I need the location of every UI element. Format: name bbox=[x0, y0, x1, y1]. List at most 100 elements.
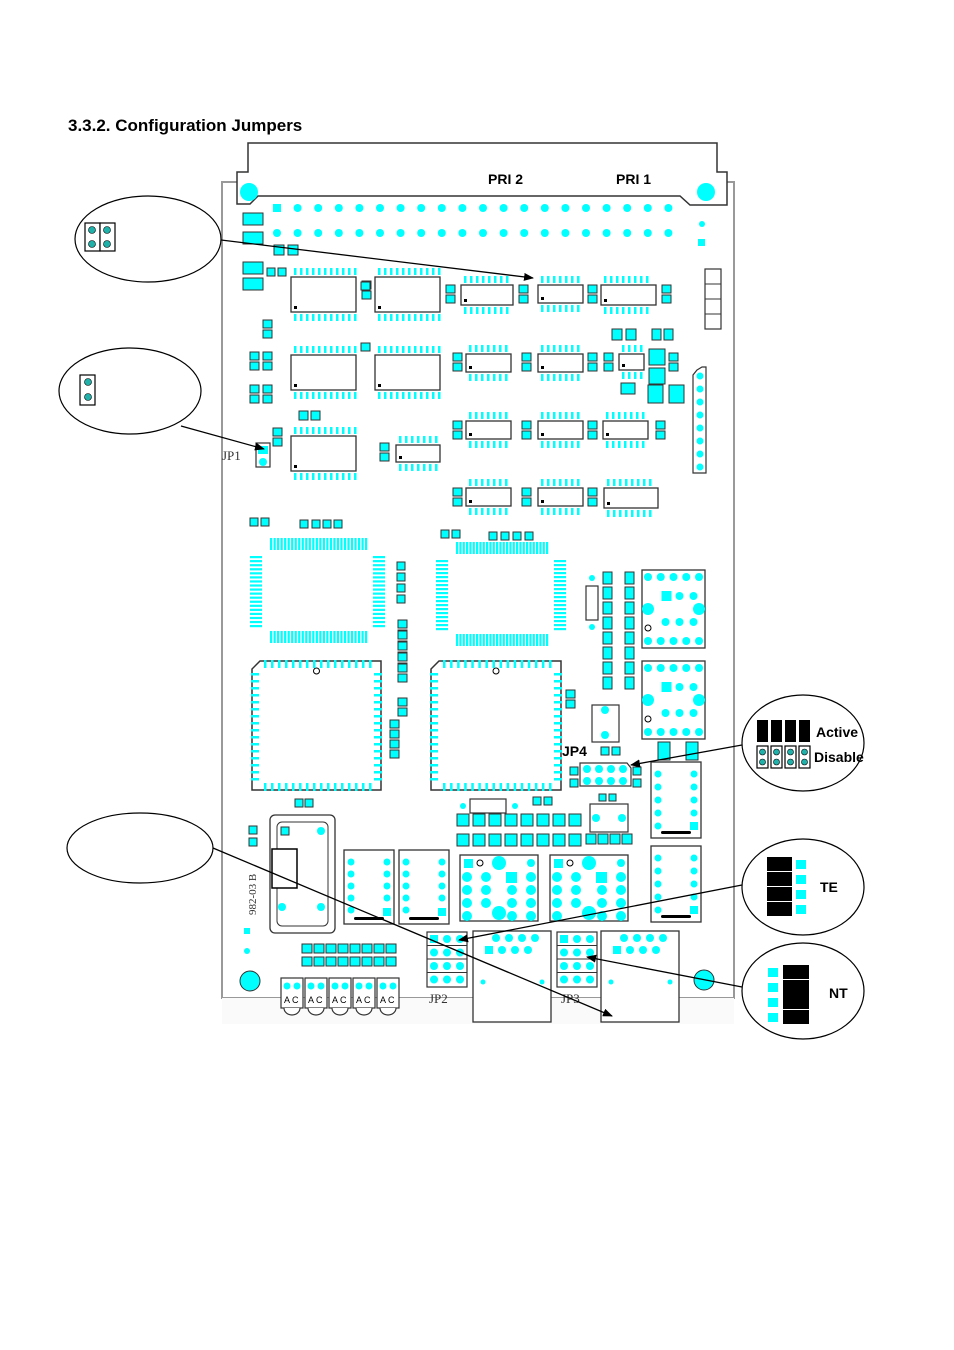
connector-pin bbox=[664, 229, 673, 237]
jp4-pin bbox=[583, 765, 591, 773]
smd-pad bbox=[648, 348, 666, 366]
ic-pin bbox=[649, 479, 652, 486]
ic-pin bbox=[646, 276, 649, 283]
module-pin bbox=[689, 709, 698, 717]
ic-pin bbox=[306, 268, 309, 275]
ic-pin bbox=[336, 427, 339, 434]
plcc-pin bbox=[374, 736, 382, 739]
ic-pin bbox=[312, 314, 315, 321]
ic-pin bbox=[411, 464, 414, 471]
ic-pin bbox=[475, 374, 478, 381]
smd-pad bbox=[242, 212, 264, 226]
ic-pin bbox=[610, 276, 613, 283]
ic-pin bbox=[330, 314, 333, 321]
qfp-pin bbox=[365, 631, 368, 643]
ic-pin bbox=[306, 427, 309, 434]
ic-pin bbox=[432, 392, 435, 399]
ic-pin bbox=[481, 345, 484, 352]
module-pin bbox=[689, 683, 698, 691]
plcc-pin bbox=[306, 783, 309, 791]
smd-pad bbox=[272, 427, 283, 437]
ic-pin bbox=[547, 412, 550, 419]
cap-pin bbox=[690, 783, 698, 791]
resistor-pad bbox=[512, 803, 518, 809]
ic-chip bbox=[465, 353, 512, 373]
ic-chip bbox=[537, 353, 584, 373]
smd-pad bbox=[624, 601, 635, 615]
qfp-pin bbox=[522, 542, 525, 554]
jumper-pin bbox=[759, 748, 766, 756]
smd-pad bbox=[521, 352, 532, 362]
rj-connector bbox=[600, 930, 680, 1023]
plcc-pin bbox=[327, 660, 330, 668]
led-pin-label: A C bbox=[356, 995, 371, 1005]
plcc-pin bbox=[430, 708, 438, 711]
relay-pin bbox=[438, 870, 446, 878]
plcc-pin bbox=[430, 687, 438, 690]
qfp-pin bbox=[554, 568, 566, 571]
qfp-pin bbox=[496, 634, 499, 646]
transformer-pin bbox=[507, 898, 517, 908]
ic-pin bbox=[300, 346, 303, 353]
connector-pin bbox=[520, 229, 529, 237]
plcc-pin bbox=[320, 660, 323, 668]
connector-pin bbox=[334, 204, 343, 212]
smd-pad bbox=[310, 410, 321, 421]
qfp-pin bbox=[250, 588, 262, 591]
qfp-pin bbox=[329, 631, 333, 643]
transformer-pin bbox=[552, 911, 562, 921]
qfp-pin bbox=[315, 538, 318, 550]
ic-pin bbox=[378, 392, 381, 399]
ic-pin bbox=[624, 441, 627, 448]
ic-pin bbox=[604, 276, 607, 283]
ic-pin bbox=[631, 510, 634, 517]
sip-pin bbox=[696, 463, 704, 471]
ic-pin bbox=[414, 392, 417, 399]
ic-pin bbox=[475, 508, 478, 515]
qfp-pin bbox=[357, 538, 361, 550]
jumper-pin bbox=[573, 975, 581, 984]
ic-pin bbox=[547, 276, 550, 283]
qfp-pin bbox=[373, 576, 385, 579]
transformer-pin bbox=[462, 885, 472, 895]
ic-pin bbox=[634, 345, 637, 352]
smd-pad bbox=[456, 833, 470, 847]
plcc-pin bbox=[478, 783, 481, 791]
smd-pad bbox=[632, 778, 642, 788]
led-pin-label: A C bbox=[308, 995, 323, 1005]
smd-pad bbox=[456, 813, 470, 827]
ic-pin bbox=[541, 441, 544, 448]
module-marker bbox=[644, 715, 652, 723]
qfp-pin bbox=[554, 588, 566, 591]
ic-pin bbox=[571, 345, 574, 352]
smd-pad bbox=[287, 244, 299, 256]
ic-pin bbox=[476, 276, 479, 283]
plcc-pin bbox=[251, 687, 259, 690]
smd-pad bbox=[262, 329, 273, 339]
qfp-pin bbox=[462, 542, 465, 554]
module-pin bbox=[693, 603, 705, 615]
relay-pin bbox=[347, 882, 355, 890]
jumper-2x2-open-icon bbox=[84, 222, 116, 252]
plcc-pin bbox=[430, 750, 438, 753]
module-pin bbox=[592, 814, 600, 822]
smd-pad bbox=[396, 583, 406, 593]
ic-pin bbox=[547, 479, 550, 486]
connector-pin bbox=[437, 204, 446, 212]
qfp-pin bbox=[373, 564, 385, 567]
plcc-pin bbox=[506, 783, 510, 791]
ic-pin bbox=[438, 392, 441, 399]
ic-pin bbox=[494, 307, 497, 314]
ic-pin bbox=[640, 372, 643, 379]
transformer-pin bbox=[464, 859, 473, 868]
ic-pin bbox=[300, 427, 303, 434]
smd-pad bbox=[587, 420, 598, 430]
plcc-pin bbox=[554, 673, 562, 676]
ic-pin bbox=[577, 374, 580, 381]
ic-pin bbox=[499, 479, 502, 486]
qfp-pin bbox=[250, 612, 262, 616]
cap-pin bbox=[654, 783, 662, 791]
smd-pad bbox=[500, 531, 510, 541]
connector-pin bbox=[355, 204, 364, 212]
connector-pin bbox=[664, 204, 673, 212]
